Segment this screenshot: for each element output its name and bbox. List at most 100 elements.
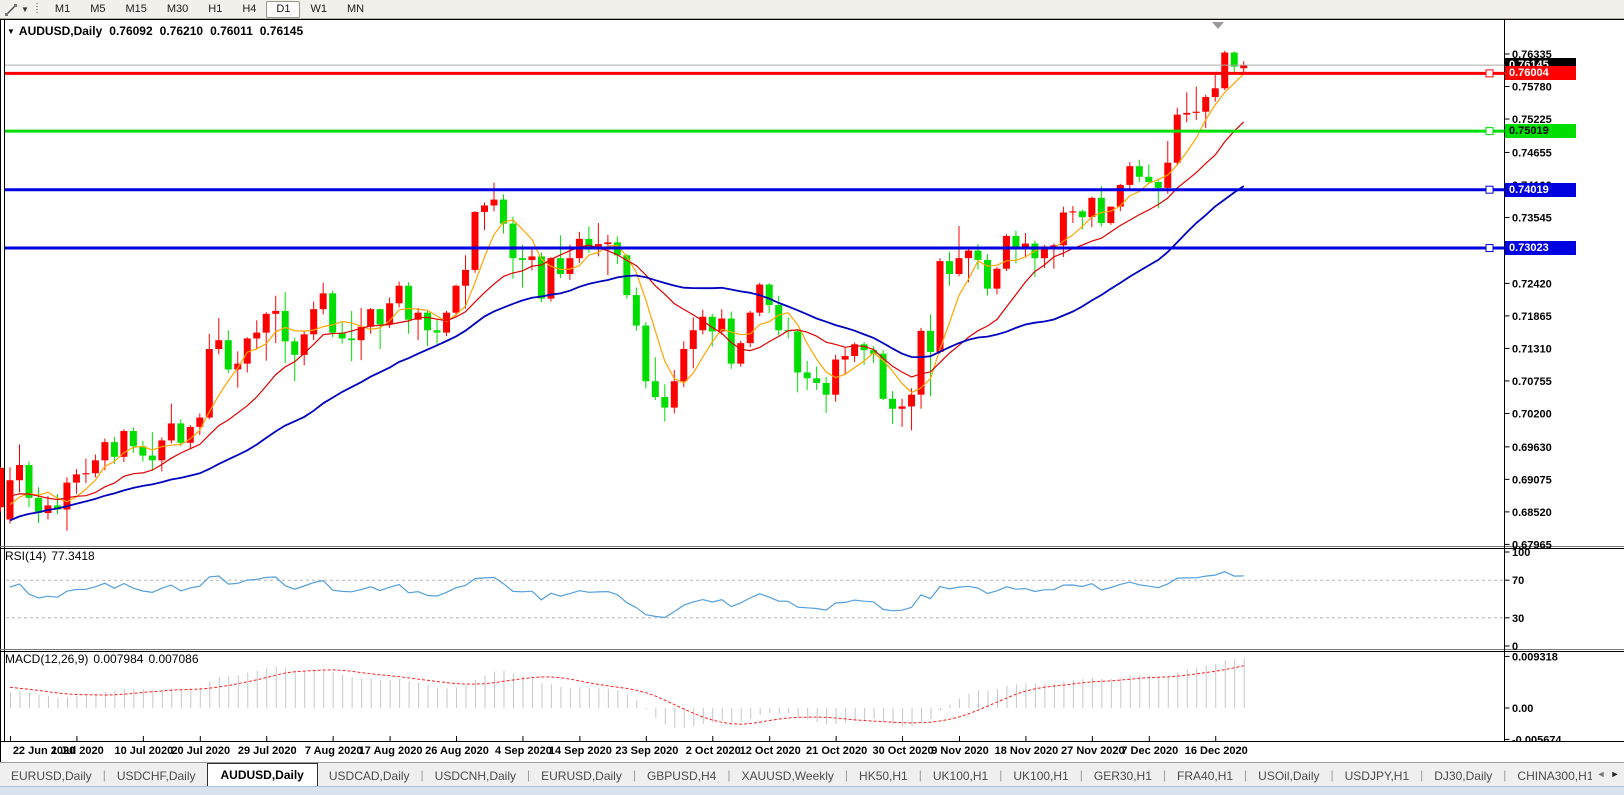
timeframe-button-m15[interactable]: M15	[115, 1, 156, 18]
chart-tab-usdcad-daily[interactable]: USDCAD,Daily	[318, 765, 421, 786]
candle	[1183, 112, 1191, 115]
candle	[253, 332, 261, 339]
candle	[908, 394, 916, 407]
price-tick-label: 0.68520	[1512, 507, 1552, 519]
candle	[566, 258, 574, 275]
candle	[405, 285, 413, 320]
candle	[1145, 176, 1153, 183]
candle	[490, 199, 498, 206]
date-label: 16 Dec 2020	[1184, 745, 1248, 757]
candle	[680, 349, 688, 382]
candle	[1059, 212, 1067, 246]
candle	[642, 325, 650, 382]
macd-name: MACD(12,26,9)	[5, 652, 89, 666]
timeframe-button-w1[interactable]: W1	[300, 1, 337, 18]
candle	[889, 398, 897, 409]
rsi-line	[9, 571, 1244, 619]
chart-tab-ger30-h1[interactable]: GER30,H1	[1083, 765, 1163, 786]
candle	[689, 330, 697, 350]
candle	[395, 285, 403, 304]
timeframe-button-h1[interactable]: H1	[198, 1, 232, 18]
line-tool-icon[interactable]	[3, 2, 20, 17]
chart-tab-fra40-h1[interactable]: FRA40,H1	[1166, 765, 1244, 786]
chart-tab-eurusd-daily[interactable]: EURUSD,Daily	[530, 765, 633, 786]
price-tick-label: 0.70755	[1512, 376, 1552, 388]
price-tick-label: 0.70200	[1512, 408, 1552, 420]
rsi-tick-label: 70	[1512, 575, 1524, 587]
chart-tab-uk100-h1[interactable]: UK100,H1	[922, 765, 999, 786]
price-tick-label: 0.69075	[1512, 474, 1552, 486]
candle	[424, 312, 432, 331]
chart-collapse-icon[interactable]: ▼	[7, 27, 15, 36]
candle	[262, 313, 270, 333]
line-price-badge: 0.74019	[1505, 182, 1576, 197]
candle	[6, 480, 14, 520]
line-anchor-handle[interactable]	[1485, 127, 1494, 136]
chart-tabs: EURUSD,Daily | USDCHF,Daily AUDUSD,Daily USD…	[0, 763, 1592, 786]
chart-tab-usdcnh-daily[interactable]: USDCNH,Daily	[424, 765, 527, 786]
line-anchor-handle[interactable]	[1485, 69, 1494, 78]
candle	[1107, 206, 1115, 224]
chart-tab-usdjpy-h1[interactable]: USDJPY,H1	[1334, 765, 1420, 786]
candle	[1202, 97, 1210, 112]
chart-tab-dj30-daily[interactable]: DJ30,Daily	[1423, 765, 1503, 786]
chart-open-value: 0.76092	[109, 24, 153, 38]
chart-tab-usoil-daily[interactable]: USOil,Daily	[1247, 765, 1330, 786]
price-tick-label: 0.72420	[1512, 278, 1552, 290]
tab-scroll-left-icon[interactable]: ◄	[1594, 769, 1608, 779]
candle	[775, 305, 783, 331]
timeframe-button-d1[interactable]: D1	[266, 0, 301, 18]
line-price-badge: 0.76004	[1505, 66, 1576, 81]
tab-scroll-right-icon[interactable]: ►	[1608, 769, 1622, 779]
candle	[651, 381, 659, 398]
candle	[993, 268, 1001, 289]
price-tick-label: 0.71865	[1512, 311, 1552, 323]
candle	[765, 284, 773, 306]
chart-tab-hk50-h1[interactable]: HK50,H1	[848, 765, 919, 786]
line-price-badge: 0.73023	[1505, 241, 1576, 256]
chart-tab-gbpusd-h4[interactable]: GBPUSD,H4	[636, 765, 727, 786]
moving-average-line	[9, 121, 1245, 501]
candle	[281, 310, 289, 342]
chart-title: ▼ AUDUSD,Daily 0.76092 0.76210 0.76011 0.7614…	[7, 24, 303, 38]
candle	[272, 310, 280, 314]
candle	[319, 293, 327, 310]
chart-tab-uk100-h1[interactable]: UK100,H1	[1002, 765, 1079, 786]
candle	[91, 460, 99, 474]
chart-tab-audusd-daily[interactable]: AUDUSD,Daily	[206, 763, 318, 786]
candle	[841, 356, 849, 360]
candle	[110, 442, 118, 457]
timeframe-button-m30[interactable]: M30	[157, 1, 198, 18]
price-tick-label: 0.71310	[1512, 343, 1552, 355]
chart-tab-xauusd-weekly[interactable]: XAUUSD,Weekly	[730, 765, 844, 786]
candle	[537, 256, 545, 299]
timeframe-button-h4[interactable]: H4	[232, 1, 266, 18]
candle	[670, 381, 678, 408]
line-anchor-handle[interactable]	[1485, 244, 1494, 253]
candle	[158, 440, 166, 461]
candle	[462, 269, 470, 286]
candle	[632, 295, 640, 326]
line-tool-dropdown-icon[interactable]: ▼	[21, 5, 29, 14]
candle	[756, 284, 764, 313]
timeframe-button-mn[interactable]: MN	[337, 1, 374, 18]
candle	[433, 330, 441, 333]
candle	[898, 406, 906, 409]
candle	[803, 372, 811, 379]
chart-tab-eurusd-daily[interactable]: EURUSD,Daily	[0, 765, 103, 786]
candle	[1002, 235, 1010, 269]
timeframe-button-m5[interactable]: M5	[80, 1, 115, 18]
candle	[528, 256, 536, 260]
price-chart-canvas[interactable]: 0.763350.757800.752250.746550.741000.735…	[0, 19, 1624, 742]
timeframe-button-m1[interactable]: M1	[45, 1, 80, 18]
toolbar-grip[interactable]	[35, 3, 38, 15]
chart-tab-china300-h1[interactable]: CHINA300,H1	[1506, 765, 1592, 786]
candle	[129, 431, 137, 447]
line-anchor-handle[interactable]	[1485, 185, 1494, 194]
candle	[727, 318, 735, 364]
rsi-value: 77.3418	[51, 549, 95, 563]
candle	[291, 341, 299, 355]
moving-average-line	[9, 185, 1245, 522]
chart-tab-usdchf-daily[interactable]: USDCHF,Daily	[106, 765, 207, 786]
candle	[822, 382, 830, 395]
